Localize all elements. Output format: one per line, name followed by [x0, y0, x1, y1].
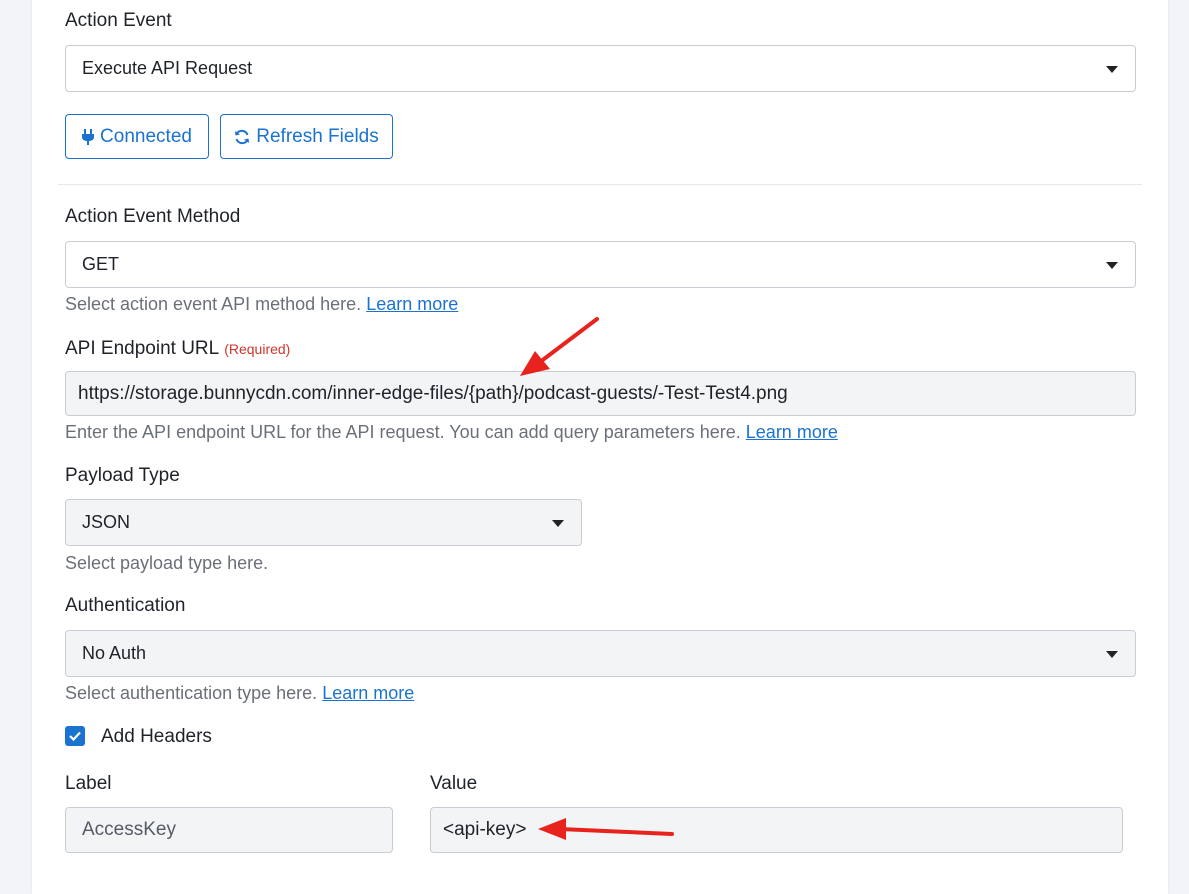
caret-down-icon — [552, 519, 564, 527]
payload-label: Payload Type — [65, 465, 180, 486]
endpoint-label-text: API Endpoint URL — [65, 338, 220, 359]
method-label: Action Event Method — [65, 206, 241, 227]
method-value: GET — [82, 254, 120, 274]
endpoint-help-text: Enter the API endpoint URL for the API r… — [65, 422, 741, 442]
add-headers-checkbox[interactable] — [65, 726, 85, 746]
check-icon — [69, 731, 81, 741]
refresh-fields-button-label: Refresh Fields — [256, 125, 379, 147]
form-panel: Action Event Execute API Request Connect… — [32, 0, 1168, 894]
header-label-column: Label — [65, 773, 112, 794]
endpoint-help: Enter the API endpoint URL for the API r… — [65, 422, 838, 443]
auth-label: Authentication — [65, 595, 186, 616]
auth-value: No Auth — [82, 643, 147, 663]
method-help-text: Select action event API method here. — [65, 294, 362, 314]
action-event-select[interactable]: Execute API Request — [65, 45, 1136, 92]
method-learn-more-link[interactable]: Learn more — [366, 294, 458, 314]
payload-type-select[interactable]: JSON — [65, 499, 582, 546]
method-select[interactable]: GET — [65, 241, 1136, 288]
auth-help-text: Select authentication type here. — [65, 683, 318, 703]
plug-icon — [82, 128, 95, 145]
caret-down-icon — [1106, 650, 1118, 658]
auth-help: Select authentication type here. Learn m… — [65, 683, 414, 704]
auth-learn-more-link[interactable]: Learn more — [322, 683, 414, 703]
method-help: Select action event API method here. Lea… — [65, 294, 458, 315]
connected-button-label: Connected — [100, 125, 192, 147]
refresh-fields-button[interactable]: Refresh Fields — [220, 114, 393, 159]
connected-button[interactable]: Connected — [65, 114, 209, 159]
auth-select[interactable]: No Auth — [65, 630, 1136, 677]
action-event-value: Execute API Request — [82, 58, 253, 78]
action-event-label: Action Event — [65, 10, 172, 31]
add-headers-label: Add Headers — [101, 726, 212, 747]
refresh-icon — [235, 129, 250, 144]
payload-help: Select payload type here. — [65, 553, 269, 573]
payload-type-value: JSON — [82, 512, 131, 532]
section-divider — [58, 184, 1142, 185]
endpoint-url-input[interactable]: https://storage.bunnycdn.com/inner-edge-… — [65, 371, 1136, 416]
header-value-column: Value — [430, 773, 478, 794]
header-value-input[interactable]: <api-key> — [430, 807, 1123, 853]
caret-down-icon — [1106, 261, 1118, 269]
required-badge: (Required) — [224, 341, 291, 357]
caret-down-icon — [1106, 65, 1118, 73]
header-label-input[interactable]: AccessKey — [65, 807, 393, 853]
endpoint-learn-more-link[interactable]: Learn more — [746, 422, 838, 442]
endpoint-label: API Endpoint URL (Required) — [65, 338, 290, 360]
